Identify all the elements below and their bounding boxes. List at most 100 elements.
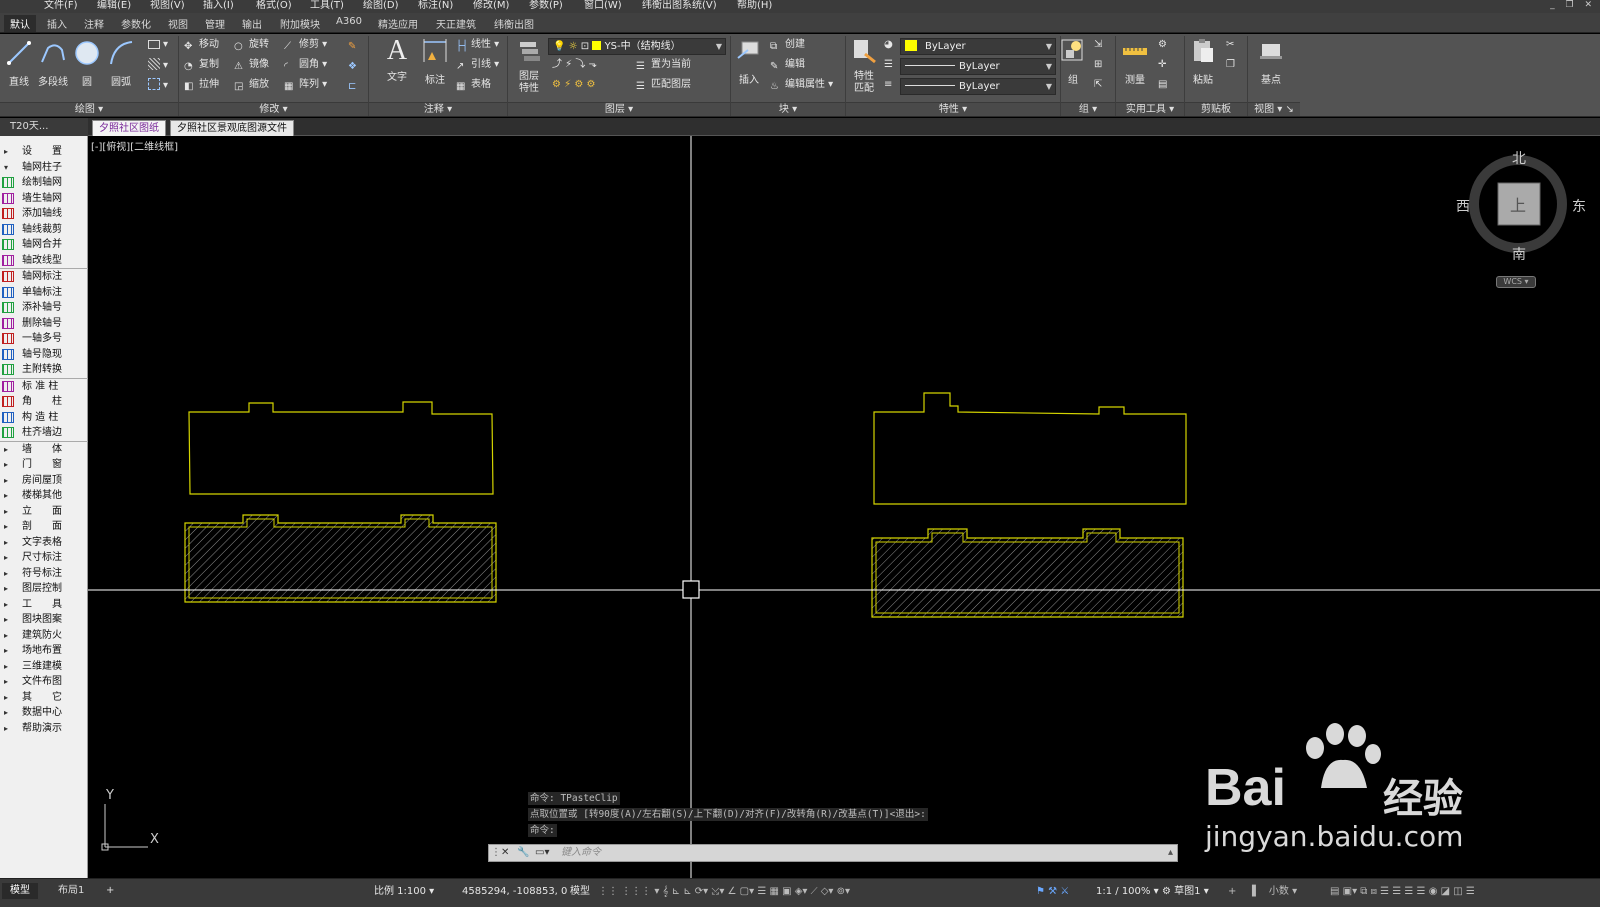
drawing-canvas[interactable]: [-][俯视][二维线框] Y X 北 南 东 西 上 WCS ▾ 命令: TP… xyxy=(88,136,1600,878)
statusbar-tray-icons[interactable]: ▤ ▣▾ ⧉ ⧈ ☰ ☰ ☰ ☰ ◉ ◪ ◫ ☰ xyxy=(1330,884,1475,900)
mirror-tool[interactable]: ⚠ 镜像 xyxy=(234,58,269,72)
table-tool[interactable]: ▦ 表格 xyxy=(456,78,491,92)
cmd-settings-icon[interactable]: 🔧 xyxy=(517,845,529,861)
sidebar-section[interactable]: ▸ 其 它 xyxy=(0,690,88,705)
group-edit-icon[interactable]: ⇲ xyxy=(1094,38,1102,52)
menu-item[interactable]: 编辑(E) xyxy=(97,0,131,12)
sidebar-item[interactable]: 添加轴线 xyxy=(0,206,88,221)
calculator-icon[interactable]: ▤ xyxy=(1158,78,1167,92)
sidebar-section[interactable]: ▸ 图层控制 xyxy=(0,581,88,596)
sidebar-section[interactable]: ▸ 数据中心 xyxy=(0,705,88,720)
color-dropdown[interactable]: ByLayer ▼ xyxy=(900,38,1056,55)
layer-dropdown[interactable]: 💡 ☼ ⊡ YS-中（结构线） ▼ xyxy=(548,38,726,55)
sidebar-item[interactable]: 墙生轴网 xyxy=(0,191,88,206)
sidebar-section[interactable]: ▸ 工 具 xyxy=(0,597,88,612)
sidebar-section[interactable]: ▸ 三维建模 xyxy=(0,659,88,674)
stretch-tool[interactable]: ◧ 拉伸 xyxy=(184,78,219,92)
menu-item[interactable]: 绘图(D) xyxy=(363,0,399,12)
fillet-tool[interactable]: ◜ 圆角 ▾ xyxy=(284,58,327,72)
viewcube-south[interactable]: 南 xyxy=(1512,244,1526,264)
building-hatch-left[interactable] xyxy=(184,514,497,603)
file-tab[interactable]: 夕照社区景观底图源文件 xyxy=(170,120,294,136)
viewcube-north[interactable]: 北 xyxy=(1512,148,1526,168)
layer-tools-row2[interactable]: ⚙ ⚡ ⚙ ⚙ xyxy=(552,78,595,92)
ribbon-tab[interactable]: 管理 xyxy=(205,16,225,31)
viewcube-top-face[interactable]: 上 xyxy=(1510,192,1526,216)
leader-tool[interactable]: ↗ 引线 ▾ xyxy=(456,58,499,72)
region-tool[interactable]: ▾ xyxy=(148,78,168,93)
match-properties-tool[interactable]: 特性 匹配 xyxy=(847,36,881,95)
line-tool[interactable]: 直线 xyxy=(2,38,36,88)
file-tab-active[interactable]: 夕照社区图纸 xyxy=(92,120,166,136)
sidebar-section[interactable]: ▾ 轴网柱子 xyxy=(0,160,88,175)
ribbon-tab[interactable]: 视图 xyxy=(168,16,188,31)
ungroup-icon[interactable]: ⊞ xyxy=(1094,58,1102,72)
group-select-icon[interactable]: ⇱ xyxy=(1094,78,1102,92)
explode-tool[interactable]: ❖ xyxy=(348,58,363,72)
sidebar-item[interactable]: 轴网合并 xyxy=(0,237,88,252)
sidebar-section[interactable]: ▸ 帮助演示 xyxy=(0,721,88,736)
building-outline-left[interactable] xyxy=(188,401,494,495)
properties-panel-title[interactable]: 特性 ▾ xyxy=(846,102,1060,116)
polyline-tool[interactable]: 多段线 xyxy=(36,38,70,88)
block-panel-title[interactable]: 块 ▾ xyxy=(731,102,845,116)
menu-item[interactable]: 纬衡出图系统(V) xyxy=(642,0,717,12)
ribbon-tab[interactable]: 天正建筑 xyxy=(436,16,476,31)
wcs-menu[interactable]: WCS ▾ xyxy=(1496,276,1536,288)
offset-tool[interactable]: ⊏ xyxy=(348,78,363,92)
menu-item[interactable]: 工具(T) xyxy=(310,0,344,12)
sidebar-item[interactable]: 主附转换 xyxy=(0,362,88,377)
dimension-tool[interactable]: 标注 xyxy=(418,36,452,86)
viewport-scale[interactable]: 比例 1:100 ▾ xyxy=(374,884,434,900)
coordinates-readout[interactable]: 4585294, -108853, 0 xyxy=(462,884,567,900)
copy-clip-icon[interactable]: ❐ xyxy=(1226,58,1235,72)
trim-tool[interactable]: ⟋ 修剪 ▾ xyxy=(284,38,327,52)
sidebar-section[interactable]: ▸ 立 面 xyxy=(0,504,88,519)
grid-snap-icons[interactable]: ⋮⋮ ⋮⋮⋮ ▾ 𝄞 ⊾ ⊾ ⟳▾ ⤩▾ ∠ ▢▾ ☰ ▦ ▣ ◈▾ ⟋ ◇▾ … xyxy=(598,884,850,900)
ribbon-tab[interactable]: 插入 xyxy=(47,16,67,31)
sidebar-item[interactable]: 单轴标注 xyxy=(0,285,88,300)
ribbon-tab[interactable]: 输出 xyxy=(242,16,262,31)
viewcube-east[interactable]: 东 xyxy=(1572,196,1586,216)
array-tool[interactable]: ▦ 阵列 ▾ xyxy=(284,78,327,92)
annotation-visibility-icon[interactable]: ⚑ ⚒ ⚔ xyxy=(1036,884,1069,900)
copy-tool[interactable]: ◔ 复制 xyxy=(184,58,219,72)
text-tool[interactable]: A 文字 xyxy=(380,36,414,84)
layer-properties-tool[interactable]: 图层 特性 xyxy=(512,36,546,95)
units-indicator[interactable]: ▌ 小数 ▾ xyxy=(1252,884,1297,900)
paste-tool[interactable]: 粘贴 xyxy=(1186,36,1220,86)
scale-tool[interactable]: ◲ 缩放 xyxy=(234,78,269,92)
create-block-tool[interactable]: ⧉ 创建 xyxy=(770,38,805,52)
view-panel-title[interactable]: 视图 ▾ ↘ xyxy=(1248,102,1300,116)
ribbon-tab[interactable]: A360 xyxy=(336,16,362,27)
menu-item[interactable]: 窗口(W) xyxy=(584,0,622,12)
edit-block-tool[interactable]: ✎ 编辑 xyxy=(770,58,805,72)
sidebar-section[interactable]: ▸ 尺寸标注 xyxy=(0,550,88,565)
t20-panel-title[interactable]: T20天... xyxy=(0,118,88,136)
add-layout-button[interactable]: + xyxy=(98,883,122,899)
sidebar-section[interactable]: ▸ 场地布置 xyxy=(0,643,88,658)
measure-tool[interactable]: 测量 xyxy=(1118,36,1152,86)
sidebar-section[interactable]: ▸ 图块图案 xyxy=(0,612,88,627)
model-tab[interactable]: 模型 xyxy=(2,883,38,899)
rectangle-tool[interactable]: ▾ xyxy=(148,38,168,52)
menu-item[interactable]: 插入(I) xyxy=(203,0,234,12)
command-line[interactable]: ⋮ ✕ 🔧 ▭▾ 键入命令 ▴ xyxy=(488,844,1178,862)
circle-tool[interactable]: 圆 xyxy=(70,38,104,88)
linear-dim-tool[interactable]: ├┤ 线性 ▾ xyxy=(456,38,499,52)
sidebar-item[interactable]: 轴号隐现 xyxy=(0,347,88,362)
ribbon-tab[interactable]: 纬衡出图 xyxy=(494,16,534,31)
cmd-expand-icon[interactable]: ▴ xyxy=(1168,845,1173,861)
cmd-close-icon[interactable]: ✕ xyxy=(501,845,509,861)
ribbon-tab[interactable]: 精选应用 xyxy=(378,16,418,31)
make-current-tool[interactable]: ☰ 置为当前 xyxy=(636,58,691,72)
menu-item[interactable]: 帮助(H) xyxy=(737,0,772,12)
sidebar-item[interactable]: 添补轴号 xyxy=(0,300,88,315)
plus-icon[interactable]: + xyxy=(1228,884,1236,900)
insert-block-tool[interactable]: 插入 xyxy=(732,36,766,86)
linetype-dropdown[interactable]: ByLayer ▼ xyxy=(900,58,1056,75)
layer-tools-row1[interactable]: ⤴ ⚡ ⤵ ⬎ xyxy=(552,58,597,72)
sidebar-item[interactable]: 轴线裁剪 xyxy=(0,222,88,237)
menu-item[interactable]: 参数(P) xyxy=(529,0,563,12)
sidebar-section[interactable]: ▸ 房间屋顶 xyxy=(0,473,88,488)
